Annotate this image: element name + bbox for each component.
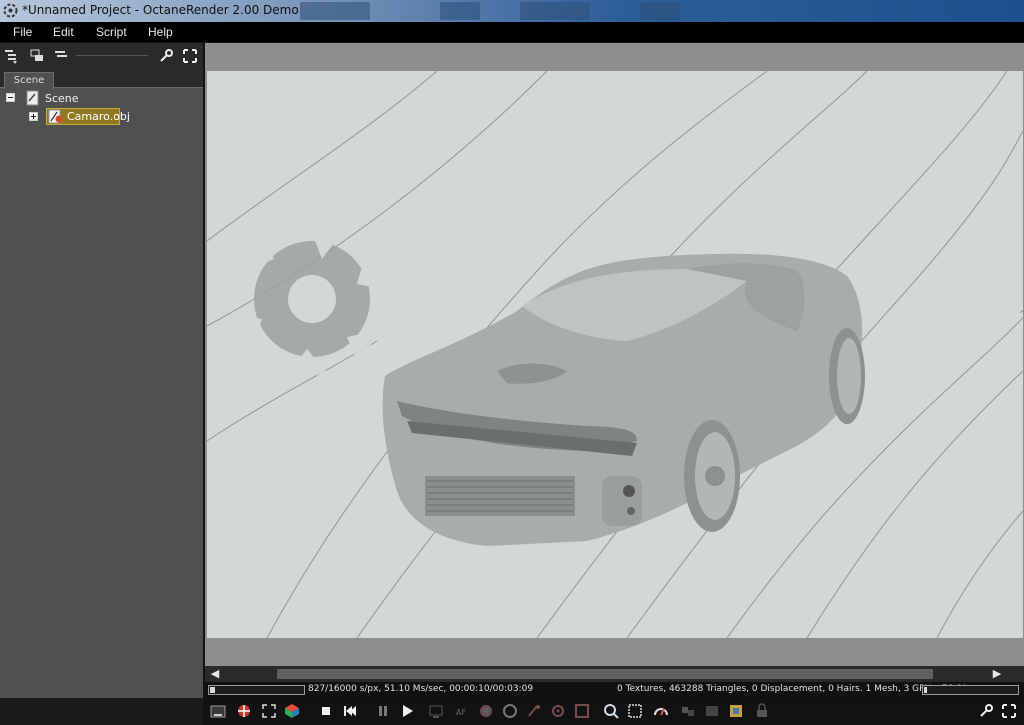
scene-outliner-panel: Scene	[0, 43, 203, 725]
maximize-icon[interactable]	[181, 47, 199, 65]
bottom-left-spacer	[0, 698, 203, 725]
render-image	[207, 71, 1023, 638]
decal-icon[interactable]	[727, 702, 745, 720]
render-toolbar: AF	[0, 698, 1024, 725]
wrench-icon[interactable]	[157, 47, 175, 65]
white-balance-icon[interactable]	[477, 702, 495, 720]
window-title: *Unnamed Project - OctaneRender 2.00 Dem…	[22, 3, 299, 17]
tree-item-scene[interactable]: Scene	[45, 92, 79, 105]
restart-icon[interactable]	[341, 702, 359, 720]
render-region-icon[interactable]	[602, 702, 620, 720]
viewport-resolution-icon[interactable]	[703, 702, 721, 720]
render-viewport[interactable]	[207, 71, 1023, 638]
viewport-lock-icon[interactable]	[427, 702, 445, 720]
render-progress-fill	[210, 687, 215, 693]
scroll-right-icon[interactable]: ▶	[991, 667, 1003, 681]
recenter-icon[interactable]	[235, 702, 253, 720]
camera-view-icon[interactable]	[209, 702, 227, 720]
play-icon[interactable]	[398, 702, 416, 720]
region-picker-icon[interactable]	[573, 702, 591, 720]
title-bar: *Unnamed Project - OctaneRender 2.00 Dem…	[0, 0, 1024, 22]
menu-script[interactable]: Script	[96, 25, 127, 39]
gpu-memory-bar	[922, 685, 1019, 695]
menu-edit[interactable]: Edit	[53, 25, 74, 39]
render-status-bar: 827/16000 s/px, 51.10 Ms/sec, 00:00:10/0…	[205, 682, 1024, 698]
subsample-icon[interactable]	[679, 702, 697, 720]
menu-help[interactable]: Help	[148, 25, 173, 39]
maximize-icon[interactable]	[1000, 702, 1018, 720]
scroll-left-icon[interactable]: ◀	[209, 667, 221, 681]
menu-bar: File Edit Script Help	[0, 22, 1024, 42]
outliner-tree-icon[interactable]	[3, 47, 21, 65]
render-stats-text: 827/16000 s/px, 51.10 Ms/sec, 00:00:10/0…	[308, 684, 534, 694]
viewport-scrollbar[interactable]: ◀ ▶	[205, 666, 1024, 682]
focus-picker-icon[interactable]	[549, 702, 567, 720]
menu-file[interactable]: File	[13, 25, 32, 39]
film-region-icon[interactable]	[626, 702, 644, 720]
scrollbar-thumb[interactable]	[277, 669, 933, 679]
pause-icon[interactable]	[374, 702, 392, 720]
svg-text:AF: AF	[456, 708, 466, 717]
clay-mode-icon[interactable]	[652, 702, 670, 720]
tab-scene[interactable]: Scene	[4, 72, 54, 89]
outliner-toolbar	[0, 43, 203, 69]
scene-node-icon	[26, 90, 39, 106]
object-picker-icon[interactable]	[525, 702, 543, 720]
stop-icon[interactable]	[317, 702, 335, 720]
expand-toggle[interactable]	[29, 112, 38, 121]
node-list-icon[interactable]	[52, 47, 70, 65]
wrench-icon[interactable]	[977, 702, 995, 720]
lock-icon[interactable]	[753, 702, 771, 720]
gpu-memory-fill	[924, 687, 927, 693]
octane-render-window: *Unnamed Project - OctaneRender 2.00 Dem…	[0, 0, 1024, 725]
mesh-object-icon	[48, 109, 63, 124]
title-bar-decoration	[440, 2, 480, 20]
title-bar-decoration	[300, 2, 370, 20]
render-progress-bar	[208, 685, 305, 695]
toolbar-separator	[76, 55, 148, 56]
render-viewport-frame	[205, 43, 1024, 666]
node-graph-icon[interactable]	[28, 47, 46, 65]
octane-icon	[3, 3, 18, 18]
collapse-toggle[interactable]	[6, 93, 15, 102]
outliner-tab-row: Scene	[0, 69, 203, 89]
autofocus-icon[interactable]: AF	[453, 702, 471, 720]
material-picker-icon[interactable]	[501, 702, 519, 720]
camaro-model	[382, 253, 865, 546]
octane-logo-watermark	[237, 219, 384, 379]
tree-item-camaro-label: Camaro.obj	[67, 110, 130, 123]
cube-icon[interactable]	[283, 702, 301, 720]
fit-view-icon[interactable]	[260, 702, 278, 720]
scene-stats-text: 0 Textures, 463288 Triangles, 0 Displace…	[617, 684, 974, 694]
title-bar-decoration	[640, 2, 680, 20]
title-bar-decoration	[520, 2, 590, 20]
